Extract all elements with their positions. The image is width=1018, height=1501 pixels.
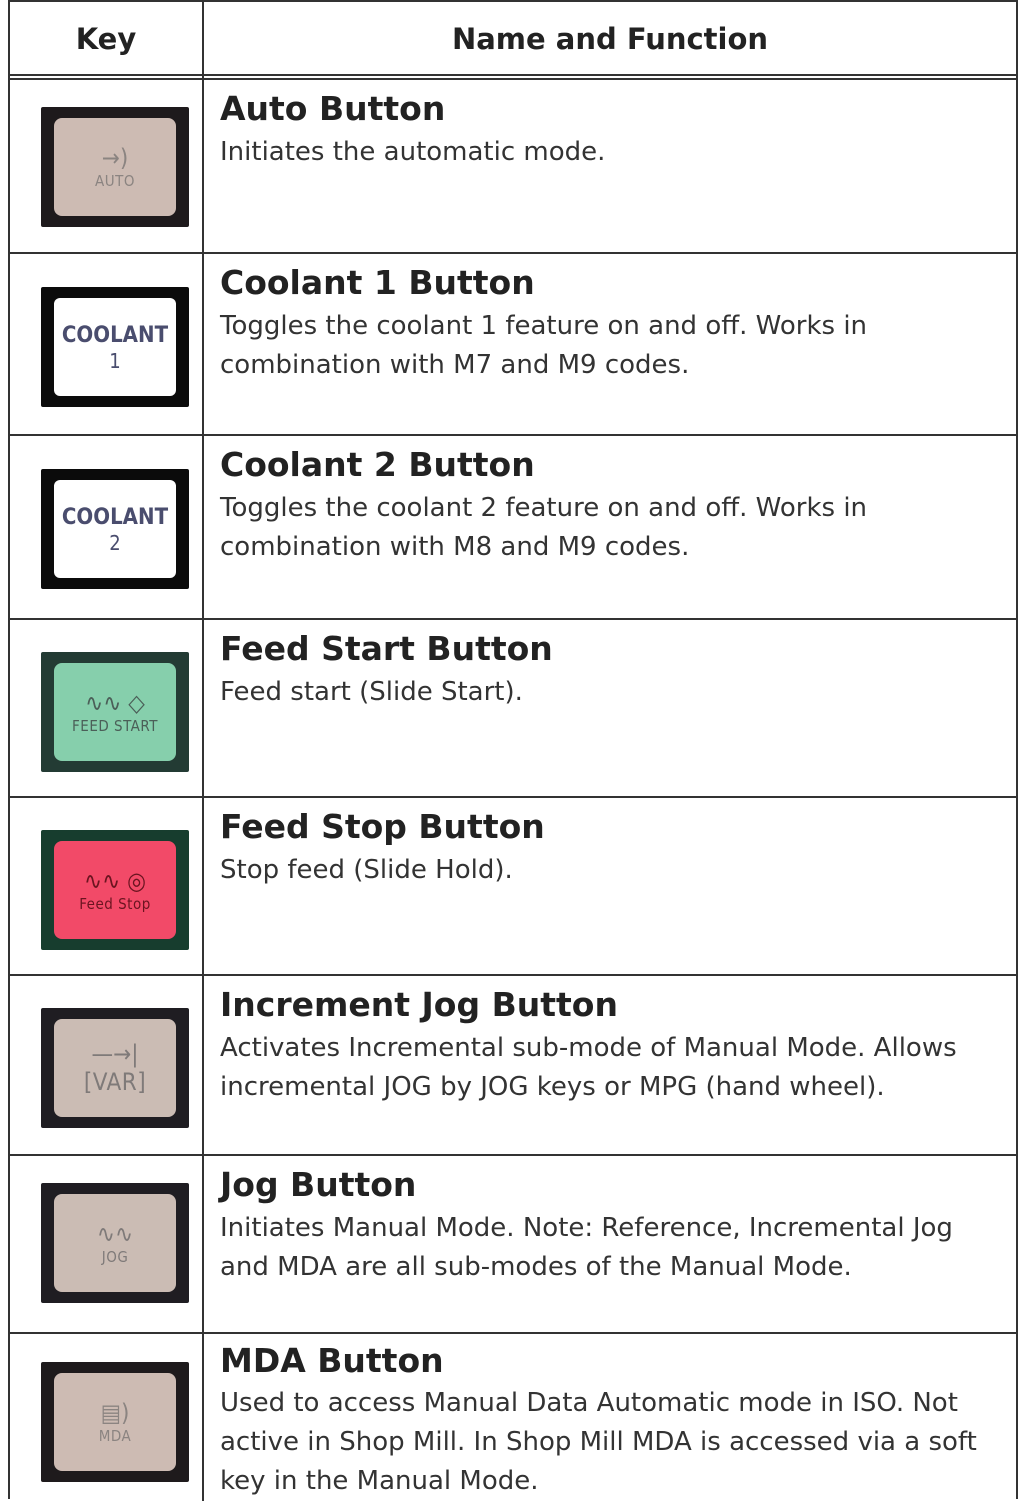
table-row-jog: ∿∿ JOG Jog Button Initiates Manual Mode.… [10,1156,1016,1334]
table-row-mda: ▤) MDA MDA Button Used to access Manual … [10,1334,1016,1501]
table-row-increment-jog: —→| [VAR] Increment Jog Button Activates… [10,976,1016,1156]
mda-key-image: ▤) MDA [41,1362,189,1482]
row-title: Coolant 1 Button [220,263,535,302]
arrow-into-icon: →) [101,143,129,172]
row-description: Initiates Manual Mode. Note: Reference, … [220,1213,953,1282]
row-description: Activates Incremental sub-mode of Manual… [220,1033,957,1102]
table-row-feed-stop: ∿∿ ◎ Feed Stop Feed Stop Button Stop fee… [10,798,1016,976]
header-name-and-function: Name and Function [451,22,769,56]
key-function-table: Key Name and Function →) AUTO Auto Butto… [8,0,1018,1501]
header-key: Key [75,22,137,56]
row-title: Feed Stop Button [220,807,545,846]
increment-jog-key-image: —→| [VAR] [41,1008,189,1128]
key-label: [VAR] [83,1068,147,1096]
row-description: Toggles the coolant 2 feature on and off… [220,493,868,562]
key-number: 2 [109,531,121,555]
feed-stop-icon: ∿∿ ◎ [84,866,146,895]
row-title: MDA Button [220,1341,444,1380]
feed-start-key-image: ∿∿ ◇ FEED START [41,652,189,772]
row-description: Initiates the automatic mode. [220,137,606,167]
table-row-auto: →) AUTO Auto Button Initiates the automa… [10,80,1016,254]
table-row-feed-start: ∿∿ ◇ FEED START Feed Start Button Feed s… [10,620,1016,798]
row-title: Coolant 2 Button [220,445,535,484]
wave-icon: ∿∿ [96,1219,134,1248]
feed-start-icon: ∿∿ ◇ [85,688,145,717]
row-title: Increment Jog Button [220,985,618,1024]
auto-key-image: →) AUTO [41,107,189,227]
key-label: AUTO [95,171,135,190]
feed-stop-key-image: ∿∿ ◎ Feed Stop [41,830,189,950]
row-description: Used to access Manual Data Automatic mod… [220,1388,977,1496]
table-row-coolant-2: COOLANT 2 Coolant 2 Button Toggles the c… [10,436,1016,620]
row-title: Jog Button [220,1165,417,1204]
key-number: 1 [109,349,121,373]
key-label: COOLANT [61,505,169,530]
key-label: FEED START [72,716,158,735]
row-description: Feed start (Slide Start). [220,677,523,707]
key-label: MDA [98,1426,132,1445]
row-description: Stop feed (Slide Hold). [220,855,513,885]
key-label: COOLANT [61,323,169,348]
jog-key-image: ∿∿ JOG [41,1183,189,1303]
key-label: Feed Stop [79,894,151,913]
table-row-coolant-1: COOLANT 1 Coolant 1 Button Toggles the c… [10,254,1016,436]
coolant-1-key-image: COOLANT 1 [41,287,189,407]
document-arrow-icon: ▤) [100,1398,130,1427]
coolant-2-key-image: COOLANT 2 [41,469,189,589]
row-title: Auto Button [220,89,446,128]
row-description: Toggles the coolant 1 feature on and off… [220,311,868,380]
row-title: Feed Start Button [220,629,553,668]
key-label: JOG [101,1247,129,1266]
arrow-to-bar-icon: —→| [91,1040,139,1068]
table-header: Key Name and Function [10,2,1016,76]
